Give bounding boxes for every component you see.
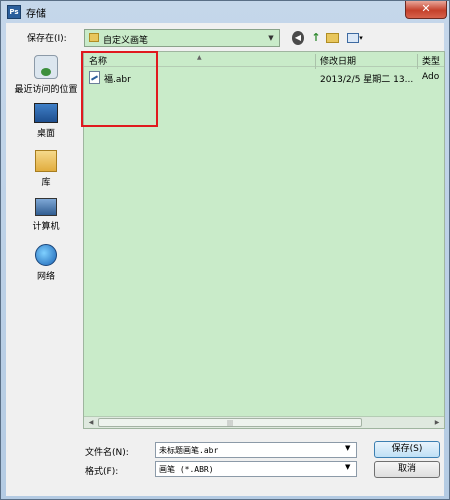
- place-computer[interactable]: 计算机: [9, 198, 83, 232]
- horizontal-scrollbar[interactable]: ◀ ||| ▶: [84, 416, 444, 428]
- new-folder-icon[interactable]: [326, 31, 340, 45]
- cancel-button[interactable]: 取消: [374, 461, 440, 478]
- desktop-icon: [34, 103, 58, 123]
- place-label: 桌面: [36, 129, 55, 139]
- place-library[interactable]: 库: [9, 150, 83, 188]
- place-label: 网络: [36, 272, 55, 282]
- up-folder-icon[interactable]: ↑: [311, 31, 321, 45]
- highlight-box: [81, 51, 158, 127]
- scroll-left-icon[interactable]: ◀: [85, 418, 97, 428]
- scroll-right-icon[interactable]: ▶: [431, 418, 443, 428]
- filename-label: 文件名(N):: [85, 448, 129, 458]
- window-title: 存储: [26, 9, 46, 20]
- place-label: 计算机: [32, 222, 60, 232]
- views-menu-icon[interactable]: ▾: [345, 31, 365, 45]
- place-label: 库: [41, 178, 51, 188]
- place-label: 最近访问的位置: [14, 85, 78, 95]
- photoshop-icon: Ps: [7, 5, 21, 19]
- save-button[interactable]: 保存(S): [374, 441, 440, 458]
- place-desktop[interactable]: 桌面: [9, 103, 83, 139]
- folder-icon: [89, 33, 99, 42]
- filename-input[interactable]: 未标题画笔.abr: [155, 442, 357, 458]
- file-type: Ado: [422, 72, 440, 82]
- save-dialog: Ps 存储 ✕ 保存在(I): 自定义画笔 ▼ ◀ ↑ ▾ 最近访问的位置 桌面…: [0, 0, 450, 500]
- close-button[interactable]: ✕: [405, 1, 447, 19]
- computer-icon: [35, 198, 57, 216]
- save-in-label: 保存在(I):: [27, 34, 67, 44]
- chevron-down-icon[interactable]: ▼: [265, 32, 277, 44]
- current-folder: 自定义画笔: [103, 36, 149, 46]
- column-divider[interactable]: [315, 54, 316, 69]
- chevron-down-icon[interactable]: ▼: [345, 463, 350, 471]
- place-network[interactable]: 网络: [9, 244, 83, 282]
- back-icon[interactable]: ◀: [292, 31, 304, 45]
- format-label: 格式(F):: [85, 467, 119, 477]
- sort-arrow-icon: ▲: [197, 54, 202, 61]
- title-bar[interactable]: Ps 存储 ✕: [1, 1, 449, 23]
- column-header-date[interactable]: 修改日期: [320, 54, 356, 67]
- column-divider[interactable]: [417, 54, 418, 69]
- file-modified: 2013/2/5 星期二 13...: [320, 75, 414, 85]
- recent-places-icon: [34, 55, 58, 79]
- scroll-thumb[interactable]: |||: [98, 418, 362, 427]
- column-header-type[interactable]: 类型: [422, 54, 440, 67]
- library-icon: [35, 150, 57, 172]
- save-in-dropdown[interactable]: 自定义画笔 ▼: [84, 29, 280, 47]
- chevron-down-icon[interactable]: ▼: [345, 444, 350, 452]
- network-icon: [35, 244, 57, 266]
- format-select[interactable]: 画笔 (*.ABR): [155, 461, 357, 477]
- place-recent[interactable]: 最近访问的位置: [9, 55, 83, 95]
